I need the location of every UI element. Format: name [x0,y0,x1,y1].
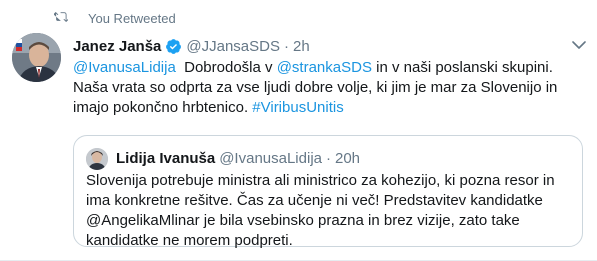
quoted-avatar[interactable] [86,148,108,170]
tweet-text-segment: Dobrodošla v [175,59,277,76]
separator-dot: · [284,37,289,55]
quoted-tweet[interactable]: Lidija Ivanuša @IvanusaLidija · 20h Slov… [73,135,583,249]
timestamp[interactable]: 2h [293,38,310,55]
avatar[interactable] [12,33,61,82]
retweet-icon [54,12,68,22]
author-name[interactable]: Janez Janša [73,38,161,55]
chevron-down-icon[interactable] [572,40,586,50]
quoted-author-handle[interactable]: @IvanusaLidija [219,150,322,167]
retweet-label: You Retweeted [88,11,176,26]
tweet[interactable]: You Retweeted Janez Janša @JJansaSDS · 2… [0,0,597,261]
avatar-image [12,33,61,82]
hashtag-link[interactable]: #ViribusUnitis [252,99,343,116]
quoted-author-name[interactable]: Lidija Ivanuša [116,150,215,167]
quoted-avatar-image [86,148,108,170]
verified-badge-icon [166,38,182,54]
quoted-header: Lidija Ivanuša @IvanusaLidija · 20h [116,148,360,168]
tweet-header: Janez Janša @JJansaSDS · 2h [73,36,310,56]
tweet-text: @IvanusaLidija Dobrodošla v @strankaSDS … [73,58,583,118]
separator-dot: · [326,149,331,167]
mention-link[interactable]: @strankaSDS [277,59,372,76]
author-handle[interactable]: @JJansaSDS [186,38,280,55]
quoted-timestamp[interactable]: 20h [335,150,360,167]
quoted-text: Slovenija potrebuje ministra ali ministr… [86,172,555,249]
mention-link[interactable]: @IvanusaLidija [73,59,176,76]
